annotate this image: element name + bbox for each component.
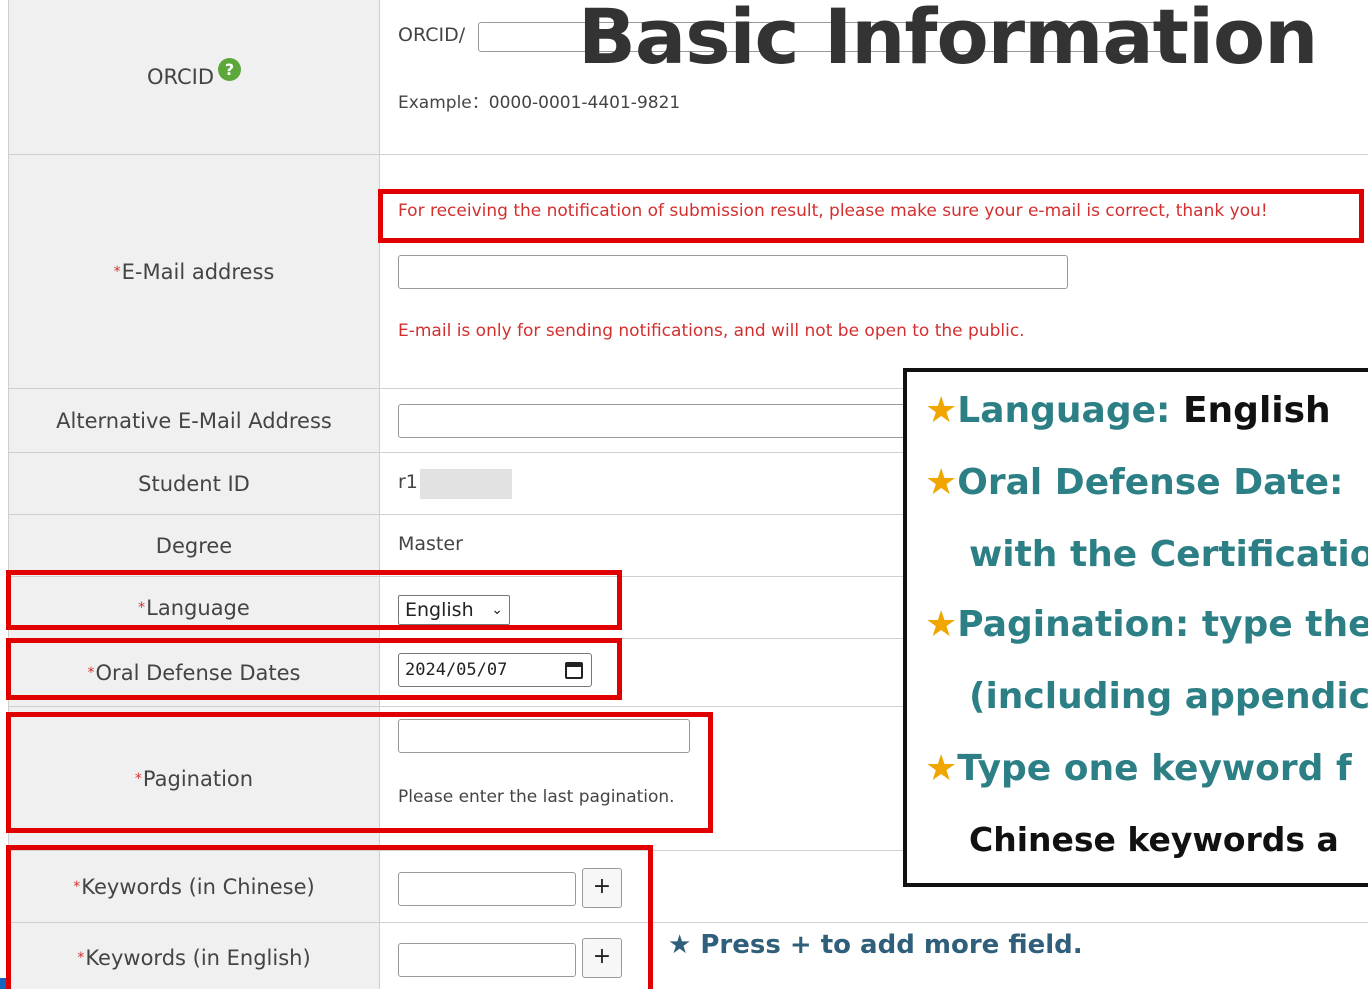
alt-email-label-cell: Alternative E-Mail Address	[8, 389, 380, 452]
info-line: with the Certification	[969, 534, 1368, 575]
required-mark: *	[113, 263, 121, 280]
highlight-email-notice	[378, 189, 1364, 243]
degree-value: Master	[398, 533, 463, 555]
instruction-box: ★Language: English ★Oral Defense Date: w…	[903, 368, 1368, 887]
info-line: ★Type one keyword f	[925, 748, 1352, 789]
orcid-prefix: ORCID/	[398, 24, 466, 46]
page-title: Basic Information	[578, 0, 1318, 81]
orcid-label: ORCID	[146, 65, 215, 89]
question-circle-icon[interactable]: ?	[218, 57, 242, 81]
info-line: ★Pagination: type the	[925, 604, 1368, 645]
info-line: (including appendic	[969, 676, 1368, 717]
student-id-label: Student ID	[138, 471, 250, 496]
highlight-language	[6, 570, 622, 630]
info-line: ★Language: English	[925, 390, 1331, 431]
student-id-label-cell: Student ID	[8, 453, 380, 514]
orcid-label-cell: ORCID ?	[8, 0, 380, 154]
redacted-mask	[420, 469, 512, 499]
info-line: Chinese keywords a	[969, 820, 1339, 859]
highlight-keywords	[6, 845, 653, 989]
highlight-pagination	[6, 712, 713, 833]
alt-email-label: Alternative E-Mail Address	[56, 408, 332, 433]
press-plus-note: ★ Press + to add more field.	[668, 930, 1083, 960]
email-label-cell: * E-Mail address	[8, 155, 380, 388]
edge-marker	[0, 978, 6, 989]
orcid-example: Example：0000-0001-4401-9821	[398, 93, 681, 113]
email-input[interactable]	[398, 255, 1068, 289]
alt-email-input[interactable]	[398, 404, 918, 438]
student-id-value: r1	[398, 471, 418, 493]
degree-label-cell: Degree	[8, 515, 380, 576]
highlight-oral-defense	[6, 638, 622, 700]
info-line: ★Oral Defense Date:	[925, 462, 1344, 503]
degree-label: Degree	[155, 533, 233, 558]
email-label: E-Mail address	[121, 259, 275, 284]
email-privacy-note: E-mail is only for sending notifications…	[398, 321, 1025, 341]
